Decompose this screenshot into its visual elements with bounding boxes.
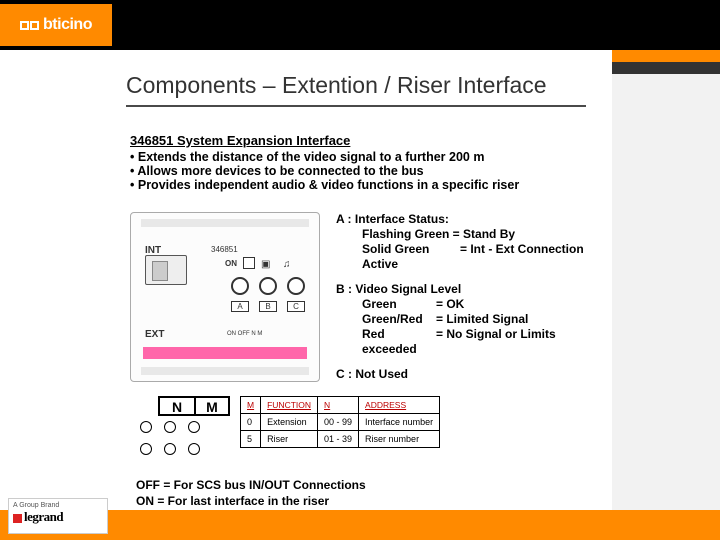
table-row: 0 Extension 00 - 99 Interface number — [241, 414, 440, 431]
feature-list: Extends the distance of the video signal… — [130, 150, 612, 192]
legend-b-l2a: Green/Red — [362, 312, 436, 327]
legend-block: A : Interface Status: Flashing Green = S… — [336, 212, 612, 392]
footnote-on: ON = For last interface in the riser — [136, 494, 612, 510]
brand-badge: bticino — [0, 4, 112, 46]
device-diagram: INT 346851 ON ▣ ♫ A B C EXT ON OFF N M — [130, 212, 320, 382]
table-header-address: ADDRESS — [359, 397, 440, 414]
legend-a-line1: Flashing Green = Stand By — [362, 227, 612, 242]
legrand-square-icon — [13, 514, 22, 523]
side-accent-dark — [612, 62, 720, 74]
led-b-label: B — [259, 301, 277, 312]
legend-c-prefix: C : — [336, 367, 352, 381]
legend-c-title: Not Used — [355, 367, 408, 381]
config-table: M FUNCTION N ADDRESS 0 Extension 00 - 99… — [240, 396, 440, 448]
title-rule — [126, 105, 586, 107]
brand-logo: bticino — [20, 16, 92, 34]
table-row: 5 Riser 01 - 39 Riser number — [241, 431, 440, 448]
device-model: 346851 — [211, 245, 238, 254]
ext-strip — [143, 347, 307, 359]
legend-b-l2b: = Limited Signal — [436, 312, 528, 326]
content-area: Components – Extention / Riser Interface… — [0, 50, 612, 510]
led-a-label: A — [231, 301, 249, 312]
table-header-function: FUNCTION — [261, 397, 318, 414]
product-heading: 346851 System Expansion Interface — [130, 133, 612, 148]
legend-a-prefix: A : — [336, 212, 352, 226]
nm-configurator-diagram: N M — [134, 396, 230, 460]
legend-b-title: Video Signal Level — [355, 282, 461, 296]
led-c-icon — [287, 277, 305, 295]
page-title: Components – Extention / Riser Interface — [126, 72, 612, 99]
feature-item: Allows more devices to be connected to t… — [130, 164, 612, 178]
music-icon: ♫ — [283, 259, 291, 270]
footnote-off: OFF = For SCS bus IN/OUT Connections — [136, 478, 612, 494]
side-accent-orange — [612, 50, 720, 62]
legend-b-l3a: Red — [362, 327, 436, 342]
nm-n-header: N — [158, 396, 194, 416]
legend-b-l1b: = OK — [436, 297, 464, 311]
header-bar: bticino — [0, 0, 720, 50]
footer-bar — [0, 510, 720, 540]
legend-a-title: Interface Status: — [355, 212, 449, 226]
ext-dip-labels: ON OFF N M — [227, 331, 262, 337]
feature-item: Extends the distance of the video signal… — [130, 150, 612, 164]
footer-legrand-text: legrand — [24, 509, 63, 524]
port-int-label: INT — [145, 245, 161, 256]
led-b-icon — [259, 277, 277, 295]
table-header-m: M — [241, 397, 261, 414]
feature-item: Provides independent audio & video funct… — [130, 178, 612, 192]
port-ext-label: EXT — [145, 329, 164, 340]
int-jack-icon — [145, 255, 187, 285]
table-header-n: N — [318, 397, 359, 414]
led-c-label: C — [287, 301, 305, 312]
on-switch-label: ON — [225, 259, 237, 268]
legend-b-l1a: Green — [362, 297, 436, 312]
nm-m-header: M — [194, 396, 230, 416]
legend-b-prefix: B : — [336, 282, 352, 296]
on-switch-icon — [243, 257, 255, 269]
legend-a-line2a: Solid Green — [362, 242, 460, 257]
footer-brand-box: A Group Brand legrand — [8, 498, 108, 534]
side-panel — [612, 50, 720, 510]
brand-text: bticino — [43, 16, 92, 34]
camera-icon: ▣ — [261, 259, 270, 270]
led-a-icon — [231, 277, 249, 295]
footnote: OFF = For SCS bus IN/OUT Connections ON … — [136, 478, 612, 509]
